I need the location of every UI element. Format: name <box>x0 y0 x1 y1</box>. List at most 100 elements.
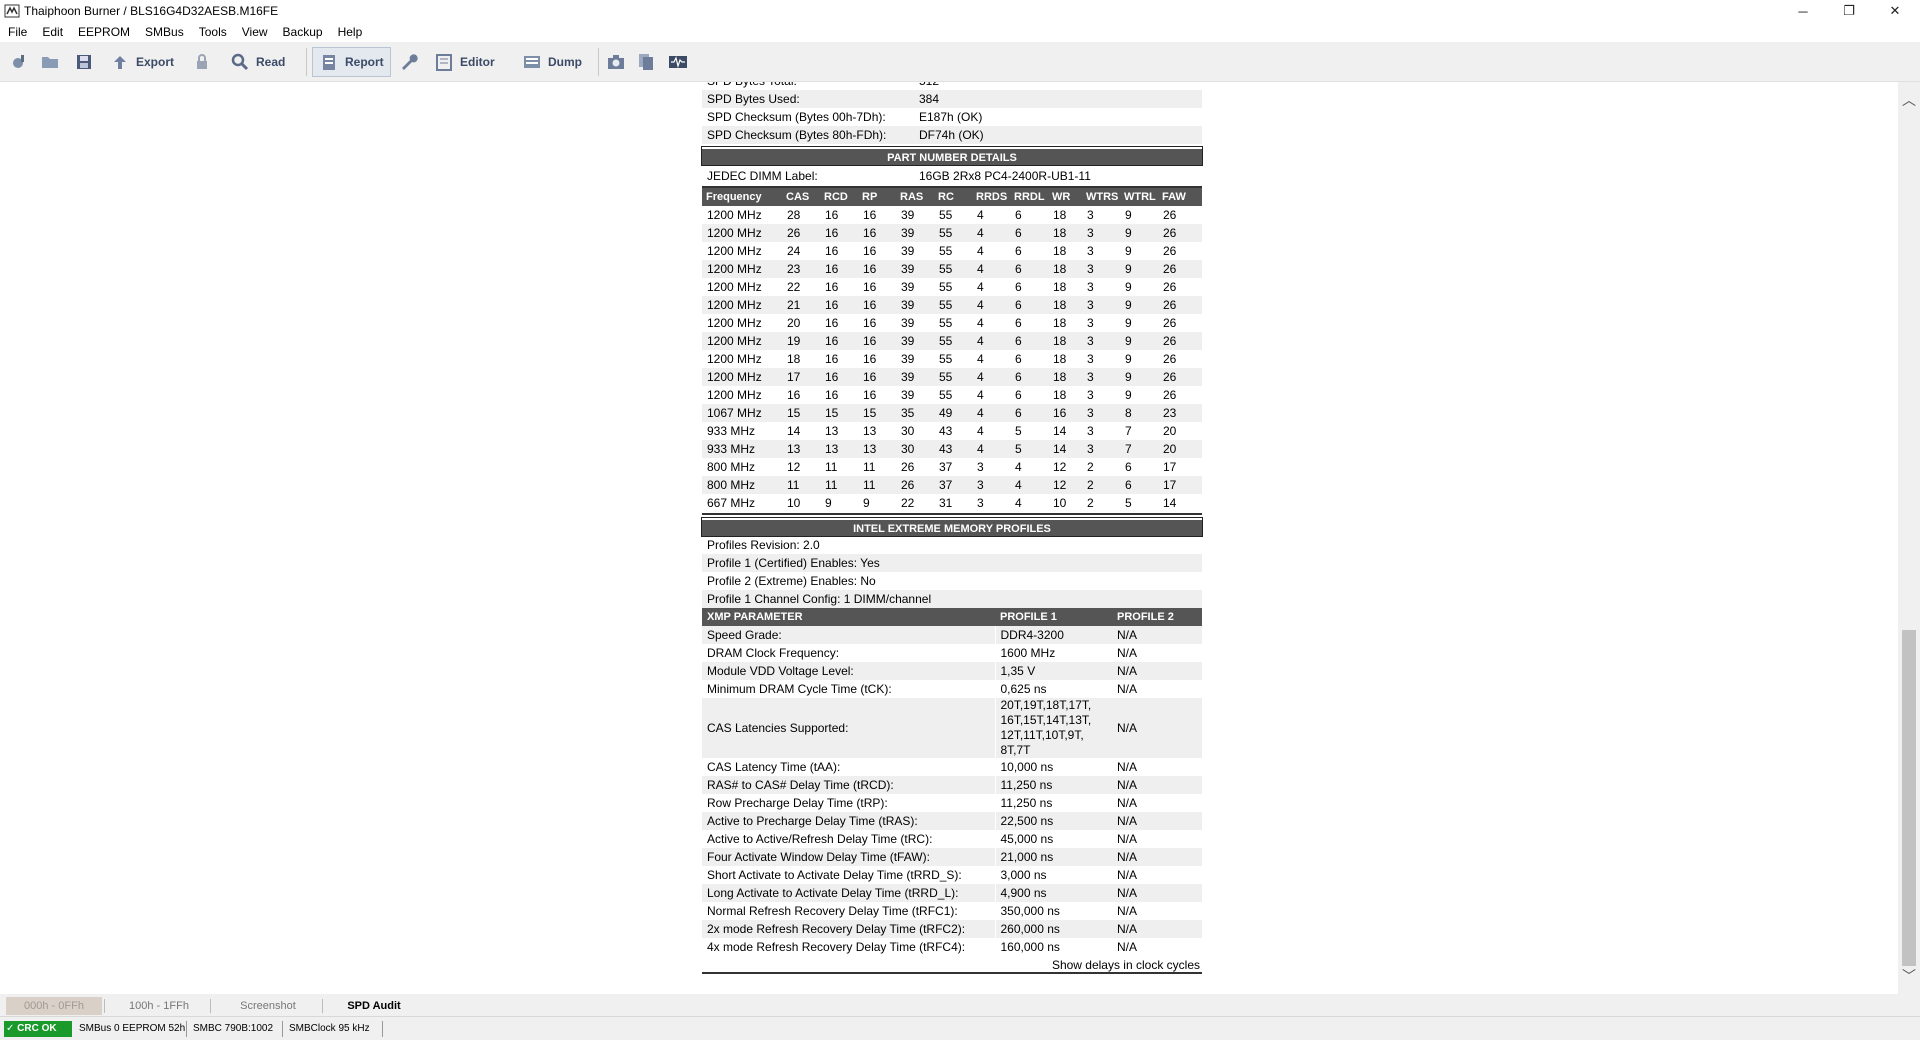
timings-cell: 6 <box>1125 460 1132 474</box>
spd-value: 512 <box>917 82 1202 90</box>
timings-col-header: Frequency <box>702 188 782 206</box>
timings-row: 1200 MHz 20 16 16 39 55 4 6 18 3 9 26 <box>702 314 1202 332</box>
xmp-profile1-value: 21,000 ns <box>994 848 1112 866</box>
timings-cell: 43 <box>939 424 953 438</box>
xmp-profile2-value: N/A <box>1117 681 1138 696</box>
save-button[interactable] <box>74 49 94 75</box>
timings-cell: 39 <box>901 316 915 330</box>
timings-cell: 2 <box>1087 496 1094 510</box>
timings-cell: 35 <box>896 404 934 422</box>
scroll-up-icon[interactable]: ︿ <box>1898 90 1920 110</box>
xmp-profile1-value: 350,000 ns <box>994 902 1112 920</box>
read-button[interactable]: Read <box>230 49 285 75</box>
tab-screenshot[interactable]: Screenshot <box>216 997 320 1015</box>
tools-button[interactable] <box>398 49 418 75</box>
xmp-param-label: Active to Active/Refresh Delay Time (tRC… <box>707 831 933 846</box>
timings-cell: 23 <box>782 260 820 278</box>
timings-cell: 9 <box>1125 388 1132 402</box>
scroll-down-icon[interactable]: ﹀ <box>1898 966 1920 986</box>
timings-row: 1200 MHz 18 16 16 39 55 4 6 18 3 9 26 <box>702 350 1202 368</box>
timings-cell: 18 <box>1048 260 1082 278</box>
xmp-profile2-value: N/A <box>1117 759 1138 774</box>
tab-100h-1ffh[interactable]: 100h - 1FFh <box>110 997 208 1015</box>
timings-cell: 26 <box>1163 244 1177 258</box>
xmp-row: Active to Precharge Delay Time (tRAS): 22… <box>702 812 1202 830</box>
timings-cell: 18 <box>1048 296 1082 314</box>
minimize-button[interactable]: ─ <box>1780 0 1826 22</box>
menu-smbus[interactable]: SMBus <box>137 22 191 42</box>
timings-cell: 16 <box>858 332 896 350</box>
smbclock-status: SMBClock 95 kHz <box>289 1023 370 1034</box>
timings-cell: 3 <box>1082 368 1120 386</box>
xmp-row: Minimum DRAM Cycle Time (tCK): 0,625 ns N/… <box>702 680 1202 698</box>
timings-cell: 933 MHz <box>702 440 782 458</box>
timings-row: 1200 MHz 22 16 16 39 55 4 6 18 3 9 26 <box>702 278 1202 296</box>
xmp-profile1-value: 160,000 ns <box>994 938 1112 956</box>
xmp-profile1-value: 22,500 ns <box>994 812 1112 830</box>
timings-cell: 26 <box>1158 224 1202 242</box>
copy-button[interactable] <box>636 49 656 75</box>
timings-cell: 55 <box>934 224 972 242</box>
timings-row: 800 MHz 12 11 11 26 37 3 4 12 2 6 17 <box>702 458 1202 476</box>
timings-cell: 16 <box>820 224 858 242</box>
timings-col-header: RAS <box>896 188 934 206</box>
tab-spd-audit[interactable]: SPD Audit <box>328 997 420 1015</box>
report-icon <box>323 55 335 70</box>
timings-cell: 16 <box>825 244 839 258</box>
export-button[interactable]: Export <box>110 49 174 75</box>
monitor-button[interactable] <box>668 49 688 75</box>
spd-label: SPD Bytes Total: <box>702 82 917 90</box>
menu-tools[interactable]: Tools <box>191 22 234 42</box>
xmp-header-row: XMP PARAMETER PROFILE 1 PROFILE 2 <box>702 608 1202 626</box>
timings-cell: 933 MHz <box>707 424 756 438</box>
timings-cell: 12 <box>787 460 801 474</box>
open-button[interactable] <box>40 49 60 75</box>
xmp-profile1-value: 11,250 ns <box>994 776 1112 794</box>
timings-cell: 3 <box>1082 296 1120 314</box>
menu-edit[interactable]: Edit <box>34 22 70 42</box>
timings-cell: 800 MHz <box>707 460 756 474</box>
timings-cell: 16 <box>863 316 877 330</box>
xmp-row: RAS# to CAS# Delay Time (tRCD): 11,250 ns… <box>702 776 1202 794</box>
timings-table: Frequency CAS RCD RP RAS RC RRDS RRDL WR WTRS WTRL… <box>702 188 1202 512</box>
connect-button[interactable] <box>10 49 30 75</box>
menu-eeprom[interactable]: EEPROM <box>70 22 137 42</box>
report-button[interactable]: Report <box>312 47 391 77</box>
editor-button[interactable]: Editor <box>434 49 495 75</box>
timings-cell: 3 <box>1082 404 1120 422</box>
lock-button[interactable] <box>192 49 212 75</box>
tab-000h-0ffh[interactable]: 000h - 0FFh <box>6 997 102 1015</box>
menu-backup[interactable]: Backup <box>275 22 330 42</box>
screenshot-button[interactable] <box>606 49 626 75</box>
scrollbar-thumb[interactable] <box>1902 630 1916 966</box>
xmp-param-label: Minimum DRAM Cycle Time (tCK): <box>707 681 892 696</box>
xmp-param-label: Module VDD Voltage Level: <box>702 662 995 680</box>
timings-cell: 43 <box>934 440 972 458</box>
menu-view[interactable]: View <box>234 22 275 42</box>
crc-status-badge: ✓ CRC OK <box>4 1021 72 1037</box>
xmp-profile2-value: N/A <box>1112 698 1202 758</box>
timings-cell: 23 <box>1158 404 1202 422</box>
timings-cell: 26 <box>901 460 915 474</box>
menu-file[interactable]: File <box>0 22 34 42</box>
timings-row: 1200 MHz 19 16 16 39 55 4 6 18 3 9 26 <box>702 332 1202 350</box>
part-number-header: PART NUMBER DETAILS <box>701 146 1203 166</box>
vertical-scrollbar[interactable]: ︿ ﹀ <box>1898 82 1920 994</box>
toolbar-separator <box>598 48 599 76</box>
close-button[interactable]: ✕ <box>1872 0 1918 22</box>
timings-cell: 3 <box>1087 316 1094 330</box>
menu-help[interactable]: Help <box>330 22 370 42</box>
timings-col-header: CAS <box>782 188 820 206</box>
dump-button[interactable]: Dump <box>522 49 582 75</box>
timings-cell: 6 <box>1010 332 1048 350</box>
timings-cell: 3 <box>1082 224 1120 242</box>
timings-cell: 4 <box>972 224 1010 242</box>
restore-button[interactable]: ❐ <box>1826 0 1872 22</box>
timings-cell: 16 <box>825 280 839 294</box>
magnifier-icon <box>231 53 249 71</box>
lock-icon <box>197 54 207 69</box>
timings-cell: 55 <box>939 352 953 366</box>
show-delays-link[interactable]: Show delays in clock cycles <box>702 956 1202 974</box>
timings-cell: 26 <box>1158 296 1202 314</box>
bottom-tabs: 000h - 0FFh 100h - 1FFh Screenshot SPD A… <box>0 994 1920 1016</box>
